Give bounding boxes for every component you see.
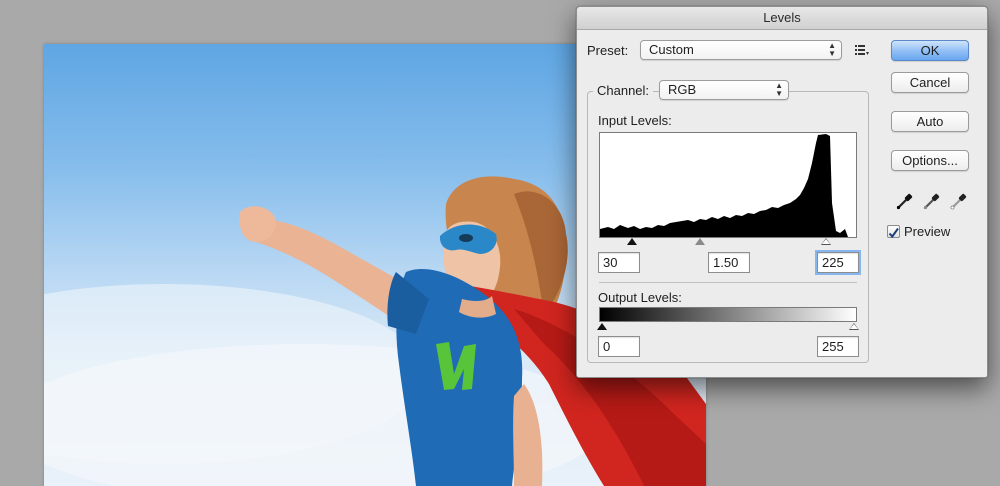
output-black-field[interactable]: 0: [598, 336, 640, 357]
channel-select[interactable]: RGB ▲ ▼: [659, 80, 789, 100]
preview-checkbox[interactable]: [887, 225, 900, 239]
ok-button[interactable]: OK: [891, 40, 969, 61]
popup-arrows-icon: ▲ ▼: [828, 41, 836, 58]
output-black-slider[interactable]: [597, 323, 607, 330]
white-eyedropper-icon[interactable]: [950, 192, 968, 210]
channel-value: RGB: [668, 82, 697, 97]
black-eyedropper-icon[interactable]: [896, 192, 914, 210]
popup-arrows-icon: ▲ ▼: [775, 81, 783, 98]
output-white-field[interactable]: 255: [817, 336, 859, 357]
preset-value: Custom: [649, 42, 694, 57]
preset-label: Preset:: [587, 43, 629, 58]
preview-label: Preview: [904, 224, 951, 239]
input-black-slider[interactable]: [627, 238, 637, 245]
histogram-graph: [600, 134, 848, 237]
gray-eyedropper-icon[interactable]: [923, 192, 941, 210]
output-white-slider[interactable]: [849, 323, 859, 330]
output-gradient: [599, 307, 857, 322]
options-button[interactable]: Options...: [891, 150, 969, 171]
cancel-button[interactable]: Cancel: [891, 72, 969, 93]
input-white-slider[interactable]: [821, 238, 831, 245]
list-options-icon[interactable]: [855, 43, 869, 55]
input-levels-label: Input Levels:: [598, 113, 672, 128]
checkmark-icon: [888, 227, 899, 239]
preset-select[interactable]: Custom ▲ ▼: [640, 40, 842, 60]
input-gamma-field[interactable]: 1.50: [708, 252, 750, 273]
levels-dialog: Levels Preset: Custom ▲ ▼ Channel: RGB ▲ ▼…: [576, 6, 988, 378]
input-black-field[interactable]: 30: [598, 252, 640, 273]
separator: [599, 282, 857, 283]
channel-label: Channel:: [593, 83, 654, 98]
histogram: [599, 132, 857, 238]
dialog-title[interactable]: Levels: [577, 7, 987, 30]
output-levels-label: Output Levels:: [598, 290, 682, 305]
input-gamma-slider[interactable]: [695, 238, 705, 245]
input-white-field[interactable]: 225: [817, 252, 859, 273]
auto-button[interactable]: Auto: [891, 111, 969, 132]
